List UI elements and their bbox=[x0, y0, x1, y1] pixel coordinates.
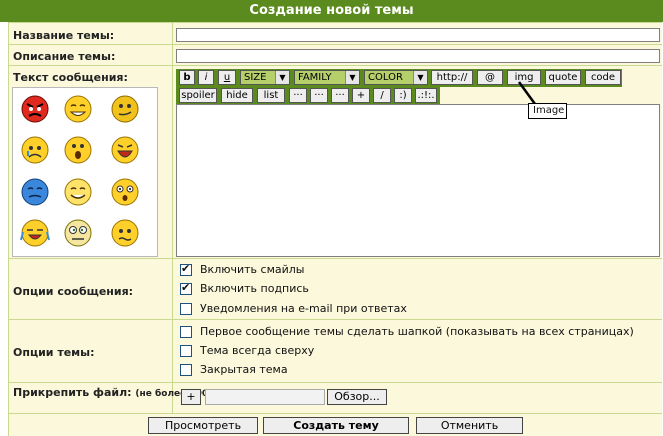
chevron-down-icon: ▼ bbox=[275, 71, 289, 84]
sad-smiley-icon[interactable] bbox=[20, 135, 50, 165]
enable-smileys-checkbox[interactable] bbox=[180, 262, 192, 276]
topic-desc-input[interactable] bbox=[176, 49, 660, 63]
laugh-smiley-icon[interactable] bbox=[110, 135, 140, 165]
list-item-button-3[interactable]: ··· bbox=[331, 88, 349, 103]
cancel-button[interactable]: Отменить bbox=[416, 417, 523, 434]
list-item-button-2[interactable]: ··· bbox=[310, 88, 328, 103]
family-select[interactable]: FAMILY ▼ bbox=[294, 70, 360, 85]
angry-smiley-icon[interactable] bbox=[20, 94, 50, 124]
quote-button[interactable]: quote bbox=[545, 70, 581, 85]
email-button[interactable]: @ bbox=[477, 70, 503, 85]
chevron-down-icon: ▼ bbox=[345, 71, 359, 84]
color-select-value: COLOR bbox=[368, 72, 403, 83]
closed-topic-label: Закрытая тема bbox=[200, 363, 288, 376]
preview-button[interactable]: Просмотреть bbox=[148, 417, 258, 434]
pin-first-post-checkbox[interactable] bbox=[180, 326, 192, 338]
email-notify-checkbox[interactable] bbox=[180, 303, 192, 315]
sticky-topic-checkbox[interactable] bbox=[180, 345, 192, 357]
add-file-button[interactable]: + bbox=[181, 389, 201, 405]
grin-smiley-icon[interactable] bbox=[63, 177, 93, 207]
surprised-smiley-icon[interactable] bbox=[63, 135, 93, 165]
topic-name-input[interactable] bbox=[176, 28, 660, 42]
topic-options-label: Опции темы: bbox=[13, 346, 95, 359]
create-topic-button[interactable]: Создать тему bbox=[263, 417, 409, 434]
bold-button[interactable]: b bbox=[179, 70, 195, 85]
list-item-button-1[interactable]: ··· bbox=[289, 88, 307, 103]
browse-button[interactable]: Обзор... bbox=[327, 389, 387, 405]
chevron-down-icon: ▼ bbox=[413, 71, 427, 84]
email-notify-label: Уведомления на e-mail при ответах bbox=[200, 302, 407, 315]
size-select[interactable]: SIZE ▼ bbox=[240, 70, 290, 85]
enable-signature-label: Включить подпись bbox=[200, 282, 309, 295]
slash-button[interactable]: / bbox=[373, 88, 391, 103]
list-button[interactable]: list bbox=[257, 88, 285, 103]
spoiler-button[interactable]: spoiler bbox=[179, 88, 217, 103]
code-button[interactable]: code bbox=[585, 70, 621, 85]
cold-smiley-icon[interactable] bbox=[20, 177, 50, 207]
crazy-smiley-icon[interactable] bbox=[63, 218, 93, 248]
url-button[interactable]: http:// bbox=[431, 70, 473, 85]
pin-first-post-label: Первое сообщение темы сделать шапкой (по… bbox=[200, 325, 634, 338]
enable-signature-checkbox[interactable] bbox=[180, 281, 192, 295]
color-select[interactable]: COLOR ▼ bbox=[364, 70, 428, 85]
hide-button[interactable]: hide bbox=[221, 88, 253, 103]
topic-name-label: Название темы: bbox=[13, 29, 115, 42]
plus-button[interactable]: + bbox=[352, 88, 370, 103]
tongue-smiley-icon[interactable] bbox=[110, 94, 140, 124]
more-button[interactable]: .:!:. bbox=[415, 88, 437, 103]
message-options-label: Опции сообщения: bbox=[13, 285, 134, 298]
confused-smiley-icon[interactable] bbox=[110, 218, 140, 248]
size-select-value: SIZE bbox=[244, 72, 267, 83]
attach-label-text: Прикрепить файл: bbox=[13, 386, 132, 399]
tooltip: Image bbox=[528, 103, 567, 119]
shocked-smiley-icon[interactable] bbox=[110, 177, 140, 207]
smile-button[interactable]: :) bbox=[394, 88, 412, 103]
smiley-panel bbox=[12, 87, 158, 257]
enable-smileys-label: Включить смайлы bbox=[200, 263, 305, 276]
file-path-input[interactable] bbox=[205, 389, 325, 405]
topic-desc-label: Описание темы: bbox=[13, 50, 116, 63]
italic-button[interactable]: i bbox=[198, 70, 214, 85]
family-select-value: FAMILY bbox=[298, 72, 332, 83]
closed-topic-checkbox[interactable] bbox=[180, 364, 192, 376]
underline-button[interactable]: u bbox=[218, 70, 236, 85]
sticky-topic-label: Тема всегда сверху bbox=[200, 344, 315, 357]
message-label: Текст сообщения: bbox=[13, 71, 128, 84]
smile-smiley-icon[interactable] bbox=[63, 94, 93, 124]
form-header: Создание новой темы bbox=[0, 0, 663, 22]
message-textarea[interactable] bbox=[176, 104, 660, 257]
cry-smiley-icon[interactable] bbox=[20, 218, 50, 248]
